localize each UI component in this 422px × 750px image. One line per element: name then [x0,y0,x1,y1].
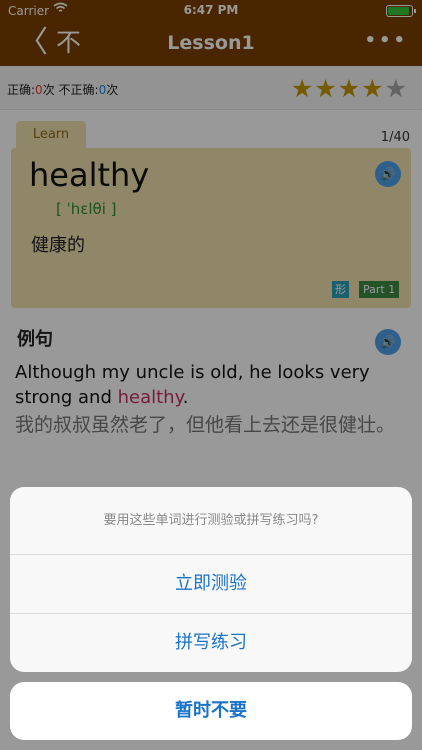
spelling-practice-button[interactable]: 拼写练习 [10,613,412,671]
action-sheet-prompt: 要用这些单词进行测验或拼写练习吗? [10,487,412,555]
action-sheet: 要用这些单词进行测验或拼写练习吗? 立即测验 拼写练习 [10,487,412,672]
not-now-button[interactable]: 暂时不要 [10,682,412,740]
quiz-now-button[interactable]: 立即测验 [10,555,412,613]
